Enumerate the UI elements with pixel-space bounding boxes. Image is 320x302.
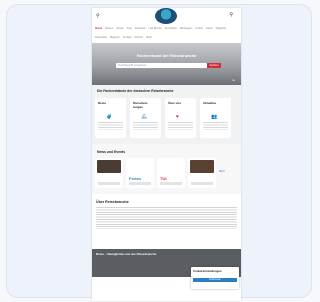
service-tile-text [168,122,193,130]
bell-icon: 🛎 [141,114,148,120]
news-cards: Ferien TUI Mehr [95,158,238,188]
nav-item[interactable]: Last Minute [148,27,161,33]
service-tile[interactable]: Dienstleis- tungen 🛎 [130,98,161,138]
news-card-text [191,182,213,185]
hero-title: Fachverband der Reisebranche [136,53,197,58]
news-card-text [129,182,151,185]
news-card-image [128,160,152,173]
service-tile[interactable]: Reise 🧳 [95,98,126,138]
news-card[interactable] [95,158,123,188]
nav-item[interactable]: Hotels [116,27,123,33]
news-card-text [98,182,120,185]
site-logo[interactable] [155,8,177,24]
nav-item[interactable]: Flug [127,27,132,33]
nav-item[interactable]: Reiseziele [95,36,107,42]
service-tile[interactable]: Über uns ♥ [165,98,196,138]
service-tile-title: Dienstleis- tungen [133,101,149,109]
news-card-text [160,182,182,185]
service-tiles: Reise 🧳 Dienstleis- tungen 🛎 Über uns ♥ Aktuel… [95,98,238,138]
service-tile[interactable]: Aktuelles 👥 [200,98,231,138]
search-input[interactable]: Suchbegriff eingeben [116,63,207,68]
service-tile-title: Über uns [168,101,182,105]
main-navigation: Home Reisen Hotels Flug Pauschal Last Minute K… [92,24,241,41]
search-button[interactable]: Suchen [207,63,221,68]
suitcase-icon: 🧳 [106,114,113,120]
people-icon: 👥 [211,114,218,120]
dark-section-title: Reise – Neuigkeiten aus der Reisebranche [96,252,157,256]
service-tile-title: Aktuelles [203,101,217,105]
nav-item[interactable]: Magazin [110,36,120,42]
nav-item[interactable]: Kontakt [123,36,132,42]
nav-item[interactable]: Ratgeber [216,27,227,33]
service-tile-title: Reise [98,101,107,105]
news-card-image [190,160,214,173]
cookie-title: Cookie-Einstellungen [193,269,222,273]
nav-item[interactable]: Mietwagen [180,27,193,33]
service-tile-text [203,122,228,130]
nav-item[interactable]: Deals [206,27,213,33]
nav-item[interactable]: Partner [135,36,144,42]
hero-banner: Fachverband der Reisebranche Suchbegriff… [92,43,241,85]
service-tile-text [98,122,123,130]
heart-icon: ♥ [176,114,179,120]
news-card-image [97,160,121,173]
cookie-banner: Cookie-Einstellungen Zustimmen [191,267,239,289]
news-heading: News und Events [97,150,126,154]
nav-item[interactable]: Mehr [146,36,152,42]
news-card-label: TUI [160,176,167,181]
news-card[interactable]: Ferien [126,158,154,188]
news-card-label: Ferien [129,176,142,181]
services-heading: Die Fachverbände der deutschen Reisebran… [97,89,174,93]
about-text [96,207,237,229]
news-card-image [159,160,183,173]
site-header: ⚲ ⚲ [92,8,241,24]
search-icon[interactable]: ⚲ [229,12,233,18]
service-tile-text [133,122,158,130]
nav-item[interactable]: Urlaub [195,27,203,33]
search-icon[interactable]: ⚲ [96,13,100,19]
news-section: News und Events Ferien TUI Mehr [92,144,241,194]
more-link[interactable]: Mehr [219,170,225,173]
cookie-accept-button[interactable]: Zustimmen [193,278,237,282]
about-heading: Über Reisebranche [96,200,129,204]
about-section: Über Reisebranche [92,194,241,235]
nav-item[interactable]: Reisen [105,27,113,33]
services-panel: Die Fachverbände der deutschen Reisebran… [92,85,241,144]
news-card[interactable] [188,158,216,188]
nav-item[interactable]: Pauschal [135,27,146,33]
hero-badge: i ▸ [231,78,235,82]
news-card[interactable]: TUI [157,158,185,188]
website-screenshot: ⚲ ⚲ Home Reisen Hotels Flug Pauschal Last Min… [92,8,241,301]
nav-item[interactable]: Home [95,27,102,33]
nav-item[interactable]: Kreuzfahrt [165,27,177,33]
